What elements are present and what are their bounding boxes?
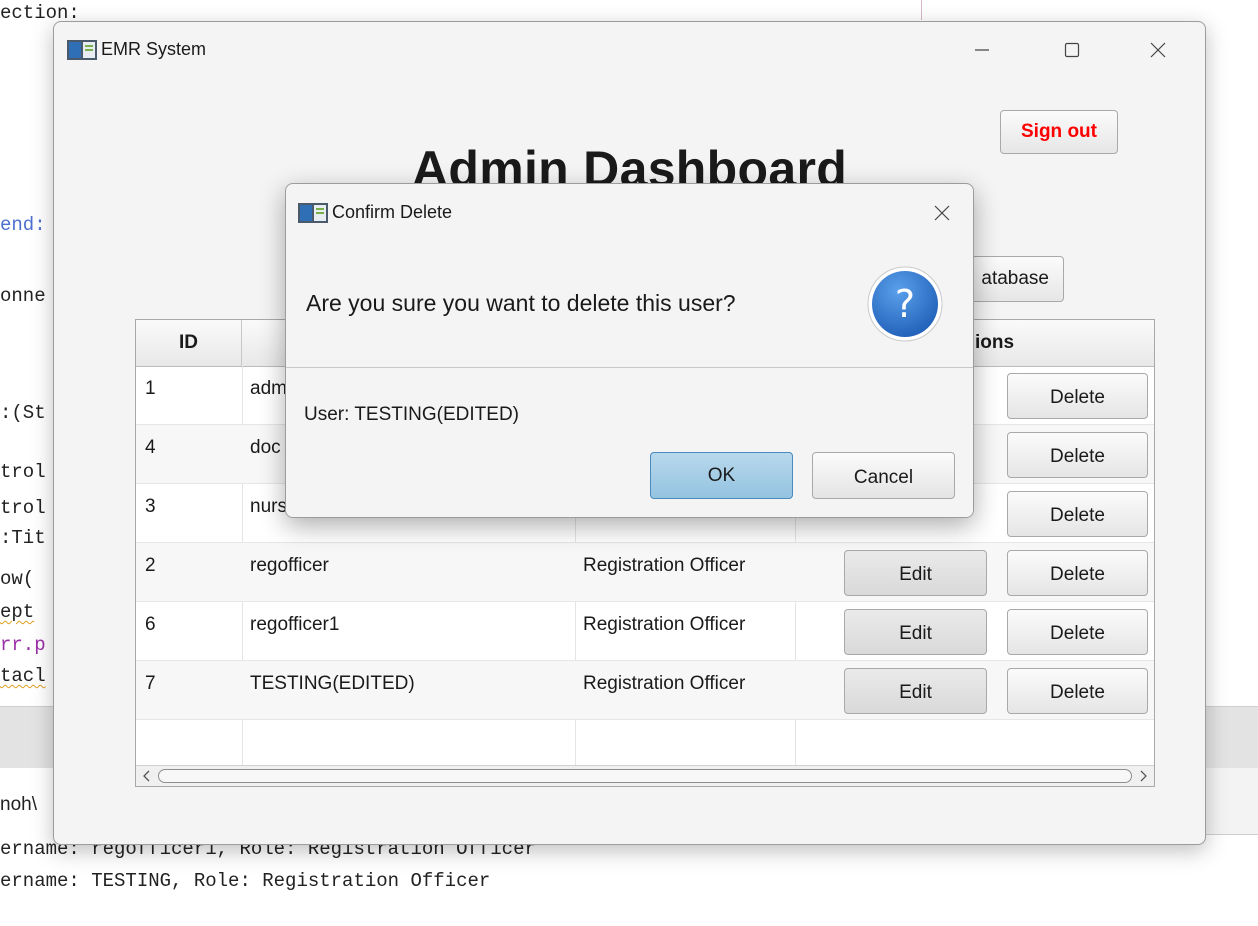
delete-button[interactable]: Delete — [1007, 432, 1148, 478]
cell-id: 3 — [145, 496, 156, 517]
maximize-button[interactable] — [1050, 34, 1094, 66]
maximize-icon — [1064, 42, 1080, 58]
minimize-icon — [975, 49, 989, 51]
code-line: end: — [0, 214, 46, 236]
ide-margin-line — [921, 0, 922, 20]
ide-panel-edge — [1204, 768, 1258, 835]
code-line: :(St — [0, 402, 46, 424]
chevron-left-icon — [143, 770, 150, 782]
dialog-title: Confirm Delete — [332, 202, 453, 222]
table-row[interactable]: 6 regofficer1 Registration Officer Edit … — [136, 602, 1154, 661]
code-line: onne — [0, 285, 46, 307]
column-header-id[interactable]: ID — [136, 320, 242, 366]
cell-username: regofficer1 — [250, 614, 340, 635]
dialog-body: User: TESTING(EDITED) OK Cancel — [286, 368, 973, 517]
question-icon: ? — [867, 266, 943, 342]
cancel-button[interactable]: Cancel — [812, 452, 955, 499]
close-icon — [1150, 42, 1166, 58]
edit-button[interactable]: Edit — [844, 609, 987, 655]
dialog-titlebar[interactable]: Confirm Delete — [286, 184, 973, 239]
cell-username: doc — [250, 437, 281, 458]
app-icon — [67, 40, 97, 60]
cell-id: 4 — [145, 437, 156, 458]
code-line: trol — [0, 461, 46, 483]
dialog-header: Are you sure you want to delete this use… — [286, 239, 973, 368]
scroll-right-button[interactable] — [1134, 767, 1152, 785]
cell-username: regofficer — [250, 555, 329, 576]
delete-button[interactable]: Delete — [1007, 609, 1148, 655]
cell-id: 7 — [145, 673, 156, 694]
cell-username: TESTING(EDITED) — [250, 673, 415, 694]
cell-username: adm — [250, 378, 287, 399]
code-line: :Tit — [0, 527, 46, 549]
edit-button[interactable]: Edit — [844, 550, 987, 596]
scroll-left-button[interactable] — [138, 767, 156, 785]
code-line: ow( — [0, 568, 35, 590]
edit-button[interactable]: Edit — [844, 668, 987, 714]
delete-button[interactable]: Delete — [1007, 668, 1148, 714]
window-title: EMR System — [101, 39, 207, 59]
scrollbar-thumb[interactable] — [158, 769, 1132, 783]
code-line: rr.p — [0, 634, 46, 656]
chevron-right-icon — [1140, 770, 1147, 782]
code-line: trol — [0, 497, 46, 519]
output-path: noh\ — [0, 794, 37, 815]
horizontal-scrollbar[interactable] — [136, 765, 1154, 786]
code-line: ept — [0, 601, 35, 623]
cell-id: 1 — [145, 378, 156, 399]
delete-button[interactable]: Delete — [1007, 491, 1148, 537]
minimize-button[interactable] — [960, 34, 1004, 66]
svg-text:?: ? — [895, 282, 915, 326]
delete-button[interactable]: Delete — [1007, 550, 1148, 596]
output-line: ername: TESTING, Role: Registration Offi… — [0, 870, 491, 892]
close-button[interactable] — [1136, 34, 1180, 66]
dialog-content: User: TESTING(EDITED) — [304, 404, 519, 425]
delete-button[interactable]: Delete — [1007, 373, 1148, 419]
cell-id: 2 — [145, 555, 156, 576]
cell-username: nurs — [250, 496, 287, 517]
cell-id: 6 — [145, 614, 156, 635]
table-row[interactable]: 7 TESTING(EDITED) Registration Officer E… — [136, 661, 1154, 720]
table-row[interactable]: 2 regofficer Registration Officer Edit D… — [136, 543, 1154, 602]
ok-button[interactable]: OK — [650, 452, 793, 499]
app-icon — [298, 203, 328, 223]
code-line: tacl — [0, 665, 46, 687]
window-titlebar[interactable]: EMR System — [54, 22, 1205, 74]
cell-role: Registration Officer — [583, 555, 746, 576]
dialog-close-button[interactable] — [927, 200, 957, 226]
confirm-delete-dialog: Confirm Delete Are you sure you want to … — [285, 183, 974, 518]
cell-role: Registration Officer — [583, 614, 746, 635]
dialog-question: Are you sure you want to delete this use… — [306, 290, 736, 316]
cell-role: Registration Officer — [583, 673, 746, 694]
close-icon — [934, 205, 950, 221]
